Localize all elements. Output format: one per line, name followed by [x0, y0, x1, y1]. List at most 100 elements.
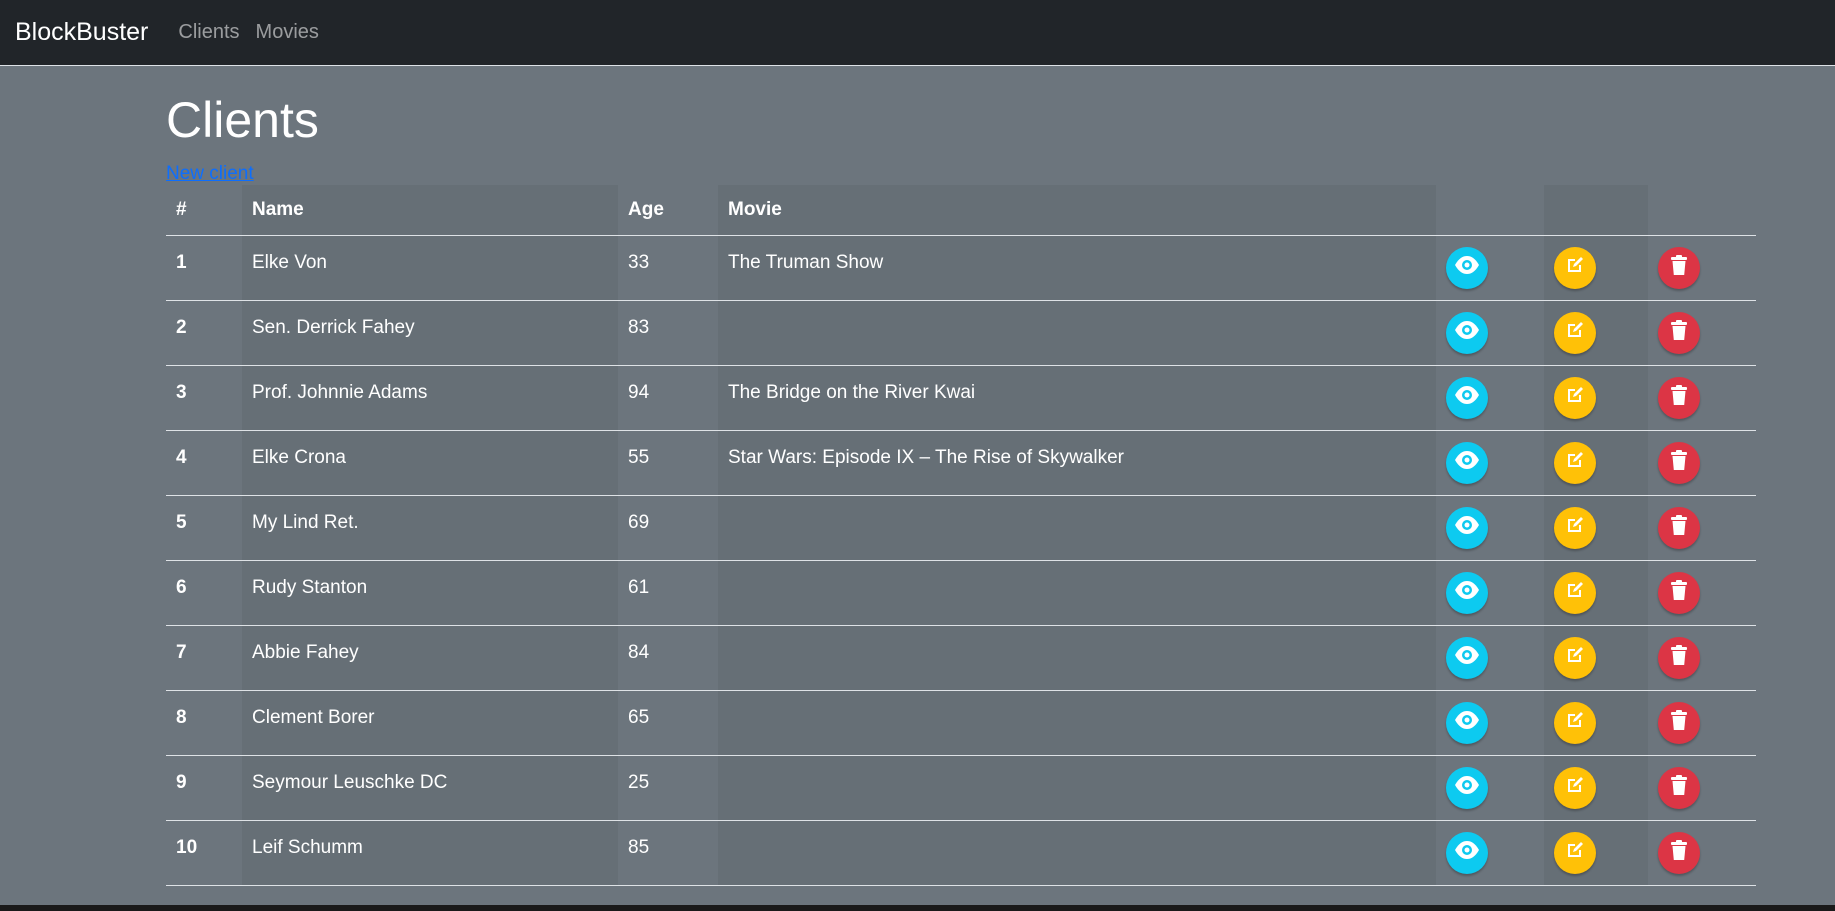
- view-button[interactable]: [1446, 506, 1488, 549]
- bottom-strip: [0, 905, 1835, 911]
- client-age: 69: [618, 495, 718, 561]
- view-cell: [1436, 430, 1544, 496]
- delete-button[interactable]: [1658, 311, 1700, 354]
- client-id: 9: [166, 755, 242, 821]
- view-button[interactable]: [1446, 571, 1488, 614]
- edit-button[interactable]: [1554, 701, 1596, 744]
- clients-table: # Name Age Movie 1 Elke Von 33 The Truman S…: [166, 185, 1756, 886]
- edit-icon: [1564, 384, 1586, 412]
- edit-cell: [1544, 365, 1648, 431]
- edit-button[interactable]: [1554, 311, 1596, 354]
- view-button[interactable]: [1446, 831, 1488, 874]
- edit-cell: [1544, 560, 1648, 626]
- client-movie: [718, 495, 1436, 561]
- edit-button[interactable]: [1554, 506, 1596, 549]
- nav-link-clients[interactable]: Clients: [178, 21, 239, 44]
- eye-icon: [1454, 255, 1480, 281]
- nav-link-movies[interactable]: Movies: [256, 21, 319, 44]
- table-row: 9 Seymour Leuschke DC 25: [166, 755, 1756, 821]
- client-name: Rudy Stanton: [242, 560, 618, 626]
- client-movie: Star Wars: Episode IX – The Rise of Skyw…: [718, 430, 1436, 496]
- view-button[interactable]: [1446, 311, 1488, 354]
- eye-icon: [1454, 515, 1480, 541]
- header-view: [1436, 185, 1544, 236]
- view-cell: [1436, 235, 1544, 301]
- trash-icon: [1669, 384, 1689, 412]
- edit-button[interactable]: [1554, 376, 1596, 419]
- delete-button[interactable]: [1658, 506, 1700, 549]
- view-button[interactable]: [1446, 636, 1488, 679]
- edit-button[interactable]: [1554, 636, 1596, 679]
- view-button[interactable]: [1446, 246, 1488, 289]
- view-cell: [1436, 625, 1544, 691]
- view-button[interactable]: [1446, 376, 1488, 419]
- delete-button[interactable]: [1658, 246, 1700, 289]
- header-age: Age: [618, 185, 718, 236]
- client-movie: The Truman Show: [718, 235, 1436, 301]
- edit-button[interactable]: [1554, 441, 1596, 484]
- client-movie: [718, 820, 1436, 886]
- edit-cell: [1544, 300, 1648, 366]
- table-row: 2 Sen. Derrick Fahey 83: [166, 300, 1756, 366]
- view-button[interactable]: [1446, 701, 1488, 744]
- edit-button[interactable]: [1554, 571, 1596, 614]
- client-movie: [718, 690, 1436, 756]
- delete-button[interactable]: [1658, 376, 1700, 419]
- view-cell: [1436, 365, 1544, 431]
- trash-icon: [1669, 449, 1689, 477]
- client-id: 1: [166, 235, 242, 301]
- client-age: 85: [618, 820, 718, 886]
- view-cell: [1436, 755, 1544, 821]
- edit-button[interactable]: [1554, 831, 1596, 874]
- client-name: Clement Borer: [242, 690, 618, 756]
- client-name: My Lind Ret.: [242, 495, 618, 561]
- table-row: 6 Rudy Stanton 61: [166, 560, 1756, 626]
- client-age: 83: [618, 300, 718, 366]
- client-movie: [718, 625, 1436, 691]
- client-id: 3: [166, 365, 242, 431]
- client-age: 65: [618, 690, 718, 756]
- new-client-link[interactable]: New client: [166, 163, 254, 185]
- client-id: 6: [166, 560, 242, 626]
- brand-link[interactable]: BlockBuster: [15, 18, 148, 47]
- client-movie: [718, 755, 1436, 821]
- table-row: 4 Elke Crona 55 Star Wars: Episode IX – The…: [166, 430, 1756, 496]
- eye-icon: [1454, 840, 1480, 866]
- navbar: BlockBuster Clients Movies: [0, 0, 1835, 66]
- view-button[interactable]: [1446, 766, 1488, 809]
- trash-icon: [1669, 579, 1689, 607]
- client-id: 4: [166, 430, 242, 496]
- table-row: 8 Clement Borer 65: [166, 690, 1756, 756]
- edit-icon: [1564, 774, 1586, 802]
- delete-cell: [1648, 560, 1756, 626]
- client-age: 61: [618, 560, 718, 626]
- view-cell: [1436, 820, 1544, 886]
- delete-button[interactable]: [1658, 701, 1700, 744]
- edit-button[interactable]: [1554, 766, 1596, 809]
- eye-icon: [1454, 645, 1480, 671]
- delete-button[interactable]: [1658, 441, 1700, 484]
- delete-button[interactable]: [1658, 636, 1700, 679]
- edit-cell: [1544, 755, 1648, 821]
- view-cell: [1436, 300, 1544, 366]
- trash-icon: [1669, 319, 1689, 347]
- page-title: Clients: [166, 92, 319, 148]
- header-number: #: [166, 185, 242, 236]
- delete-cell: [1648, 625, 1756, 691]
- table-row: 5 My Lind Ret. 69: [166, 495, 1756, 561]
- delete-button[interactable]: [1658, 831, 1700, 874]
- edit-cell: [1544, 690, 1648, 756]
- delete-button[interactable]: [1658, 766, 1700, 809]
- delete-button[interactable]: [1658, 571, 1700, 614]
- delete-cell: [1648, 300, 1756, 366]
- table-header-row: # Name Age Movie: [166, 185, 1756, 236]
- view-button[interactable]: [1446, 441, 1488, 484]
- edit-button[interactable]: [1554, 246, 1596, 289]
- client-id: 2: [166, 300, 242, 366]
- edit-icon: [1564, 319, 1586, 347]
- trash-icon: [1669, 254, 1689, 282]
- header-edit: [1544, 185, 1648, 236]
- table-row: 3 Prof. Johnnie Adams 94 The Bridge on the …: [166, 365, 1756, 431]
- client-movie: The Bridge on the River Kwai: [718, 365, 1436, 431]
- view-cell: [1436, 560, 1544, 626]
